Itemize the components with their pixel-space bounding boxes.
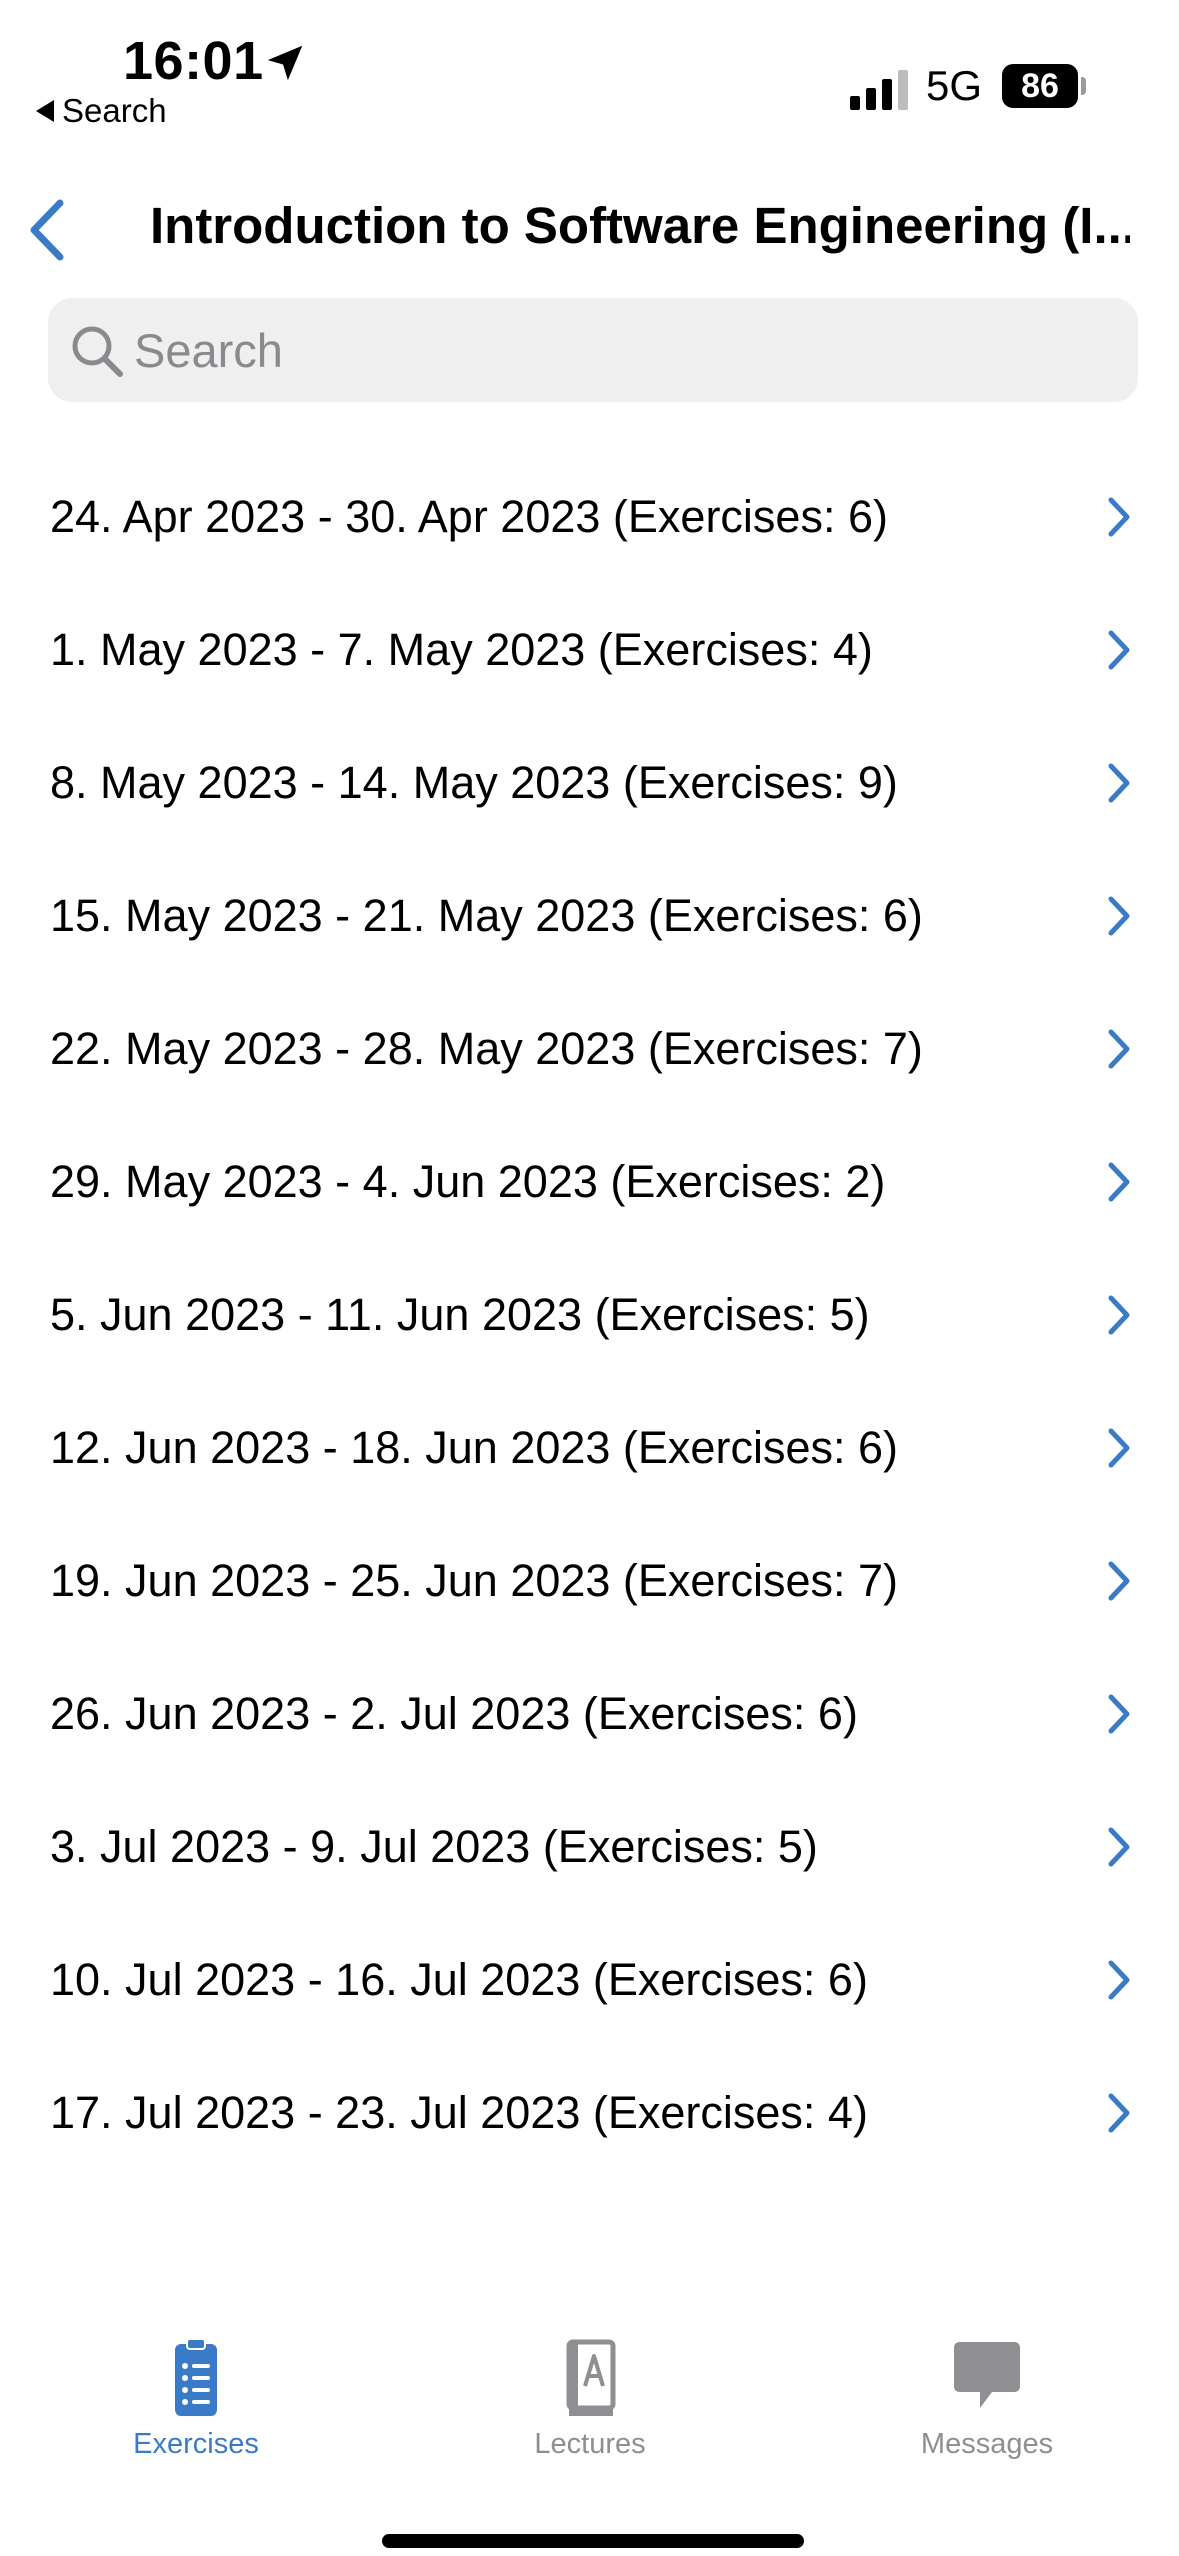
tab-label: Messages — [920, 2428, 1054, 2460]
chevron-right-icon — [1108, 1162, 1130, 1201]
tab-label: Lectures — [534, 2428, 646, 2460]
week-label: 26. Jun 2023 - 2. Jul 2023 (Exercises: 6… — [50, 1687, 858, 1739]
week-label: 29. May 2023 - 4. Jun 2023 (Exercises: 2… — [50, 1155, 886, 1207]
chevron-right-icon — [1108, 1561, 1130, 1600]
week-label: 10. Jul 2023 - 16. Jul 2023 (Exercises: … — [50, 1953, 868, 2005]
week-row[interactable]: 15. May 2023 - 21. May 2023 (Exercises: … — [0, 849, 1179, 982]
week-row[interactable]: 24. Apr 2023 - 30. Apr 2023 (Exercises: … — [0, 450, 1179, 583]
status-bar: 16:01 Search 5G 86 — [0, 0, 1179, 140]
chevron-right-icon — [1108, 630, 1130, 669]
search-input[interactable] — [134, 298, 1114, 402]
tab-label: Exercises — [133, 2428, 259, 2460]
chevron-right-icon — [1108, 1029, 1130, 1068]
clipboard-list-icon — [175, 2338, 217, 2416]
week-label: 24. Apr 2023 - 30. Apr 2023 (Exercises: … — [50, 490, 888, 542]
week-label: 22. May 2023 - 28. May 2023 (Exercises: … — [50, 1022, 923, 1074]
home-indicator[interactable] — [382, 2534, 804, 2548]
chevron-right-icon — [1108, 1960, 1130, 1999]
back-to-app-link[interactable]: Search — [36, 92, 167, 130]
chat-bubble-icon — [954, 2342, 1020, 2408]
battery-level: 86 — [1021, 67, 1059, 105]
week-row[interactable]: 10. Jul 2023 - 16. Jul 2023 (Exercises: … — [0, 1913, 1179, 2046]
chevron-right-icon — [1108, 1295, 1130, 1334]
book-icon — [566, 2339, 616, 2416]
tab-exercises[interactable]: Exercises — [46, 2338, 346, 2461]
back-triangle-icon — [36, 100, 54, 122]
week-row[interactable]: 17. Jul 2023 - 23. Jul 2023 (Exercises: … — [0, 2046, 1179, 2179]
week-label: 12. Jun 2023 - 18. Jun 2023 (Exercises: … — [50, 1421, 898, 1473]
week-row[interactable]: 12. Jun 2023 - 18. Jun 2023 (Exercises: … — [0, 1381, 1179, 1514]
back-chevron-icon[interactable] — [22, 195, 72, 265]
week-label: 5. Jun 2023 - 11. Jun 2023 (Exercises: 5… — [50, 1288, 870, 1340]
back-app-label: Search — [62, 92, 167, 129]
page-title: Introduction to Software Engineering (I.… — [150, 197, 1130, 254]
search-field[interactable] — [48, 298, 1138, 402]
location-arrow-icon — [267, 45, 303, 81]
chevron-right-icon — [1108, 2093, 1130, 2132]
week-row[interactable]: 5. Jun 2023 - 11. Jun 2023 (Exercises: 5… — [0, 1248, 1179, 1381]
chevron-right-icon — [1108, 763, 1130, 802]
search-icon — [72, 326, 123, 377]
week-row[interactable]: 3. Jul 2023 - 9. Jul 2023 (Exercises: 5) — [0, 1780, 1179, 1913]
chevron-right-icon — [1108, 1428, 1130, 1467]
week-label: 19. Jun 2023 - 25. Jun 2023 (Exercises: … — [50, 1554, 898, 1606]
network-type: 5G — [926, 62, 983, 109]
week-row[interactable]: 1. May 2023 - 7. May 2023 (Exercises: 4) — [0, 583, 1179, 716]
cellular-signal-icon — [850, 70, 908, 110]
week-label: 8. May 2023 - 14. May 2023 (Exercises: 9… — [50, 756, 898, 808]
chevron-right-icon — [1108, 1694, 1130, 1733]
tab-lectures[interactable]: Lectures — [440, 2338, 740, 2461]
week-row[interactable]: 26. Jun 2023 - 2. Jul 2023 (Exercises: 6… — [0, 1647, 1179, 1780]
battery-icon: 86 — [1002, 64, 1078, 108]
chevron-right-icon — [1108, 1827, 1130, 1866]
week-row[interactable]: 22. May 2023 - 28. May 2023 (Exercises: … — [0, 982, 1179, 1115]
battery-cap — [1081, 77, 1086, 95]
week-row[interactable]: 29. May 2023 - 4. Jun 2023 (Exercises: 2… — [0, 1115, 1179, 1248]
chevron-right-icon — [1108, 497, 1130, 536]
week-list: 24. Apr 2023 - 30. Apr 2023 (Exercises: … — [0, 450, 1179, 2179]
week-label: 15. May 2023 - 21. May 2023 (Exercises: … — [50, 889, 923, 941]
status-time: 16:01 — [123, 31, 264, 91]
week-label: 1. May 2023 - 7. May 2023 (Exercises: 4) — [50, 623, 873, 675]
tab-messages[interactable]: Messages — [837, 2338, 1137, 2461]
week-row[interactable]: 8. May 2023 - 14. May 2023 (Exercises: 9… — [0, 716, 1179, 849]
week-row[interactable]: 19. Jun 2023 - 25. Jun 2023 (Exercises: … — [0, 1514, 1179, 1647]
week-label: 17. Jul 2023 - 23. Jul 2023 (Exercises: … — [50, 2086, 868, 2138]
week-label: 3. Jul 2023 - 9. Jul 2023 (Exercises: 5) — [50, 1820, 818, 1872]
tab-bar: Exercises Lectures Messages — [0, 2300, 1179, 2480]
chevron-right-icon — [1108, 896, 1130, 935]
